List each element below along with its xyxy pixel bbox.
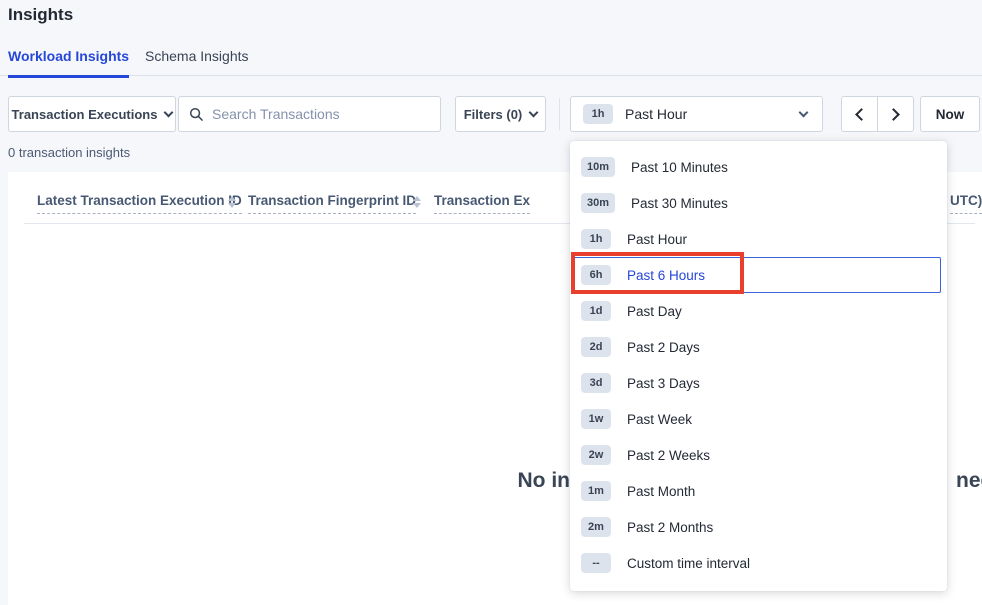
chevron-right-icon xyxy=(887,108,900,121)
column-header-transaction-execution[interactable]: Transaction Ex xyxy=(434,193,530,214)
time-option-badge: 10m xyxy=(581,157,615,177)
time-range-menu: 10m Past 10 Minutes 30m Past 30 Minutes … xyxy=(570,141,947,591)
time-option-badge: 1d xyxy=(581,301,611,321)
time-option-label: Past 6 Hours xyxy=(627,268,705,283)
filters-label: Filters (0) xyxy=(464,107,523,122)
time-option-badge: 2w xyxy=(581,445,611,465)
time-option-badge: 1m xyxy=(581,481,611,501)
time-option-label: Past 2 Days xyxy=(627,340,700,355)
tab-workload-insights[interactable]: Workload Insights xyxy=(8,48,129,78)
sort-icon[interactable] xyxy=(413,196,421,208)
filters-button[interactable]: Filters (0) xyxy=(455,96,546,132)
time-option-badge: 1h xyxy=(581,229,611,249)
empty-state-text-left: No in xyxy=(518,469,571,493)
time-option-label: Past 2 Weeks xyxy=(627,448,710,463)
time-range-option[interactable]: 10m Past 10 Minutes xyxy=(570,149,947,185)
chevron-down-icon xyxy=(164,107,174,117)
time-option-label: Past Month xyxy=(627,484,695,499)
time-option-label: Custom time interval xyxy=(627,556,750,571)
time-range-dropdown[interactable]: 1h Past Hour xyxy=(570,96,823,132)
time-option-label: Past 2 Months xyxy=(627,520,713,535)
toolbar-divider xyxy=(559,98,560,130)
time-option-badge: 30m xyxy=(581,193,615,213)
time-range-option[interactable]: 1d Past Day xyxy=(570,293,947,329)
insights-count: 0 transaction insights xyxy=(8,145,130,160)
time-option-badge: 6h xyxy=(581,265,611,285)
time-option-badge: 3d xyxy=(581,373,611,393)
time-option-label: Past Hour xyxy=(627,232,687,247)
time-option-badge: 2d xyxy=(581,337,611,357)
time-range-option[interactable]: 30m Past 30 Minutes xyxy=(570,185,947,221)
empty-state-text-right: ned. xyxy=(956,469,982,493)
time-range-badge: 1h xyxy=(583,104,613,124)
transaction-type-label: Transaction Executions xyxy=(12,107,158,122)
time-option-badge: -- xyxy=(581,553,611,573)
time-option-label: Past 10 Minutes xyxy=(631,160,728,175)
time-range-option[interactable]: 6h Past 6 Hours xyxy=(573,257,941,293)
time-range-option[interactable]: 2w Past 2 Weeks xyxy=(570,437,947,473)
search-input[interactable] xyxy=(212,106,430,122)
column-header-latest-transaction-execution-id[interactable]: Latest Transaction Execution ID xyxy=(37,193,242,214)
time-option-label: Past 30 Minutes xyxy=(631,196,728,211)
time-option-badge: 2m xyxy=(581,517,611,537)
time-option-badge: 1w xyxy=(581,409,611,429)
now-button[interactable]: Now xyxy=(920,96,980,132)
tab-schema-insights[interactable]: Schema Insights xyxy=(145,48,249,64)
time-range-option[interactable]: 1h Past Hour xyxy=(570,221,947,257)
time-range-option[interactable]: 2d Past 2 Days xyxy=(570,329,947,365)
time-range-option[interactable]: -- Custom time interval xyxy=(570,545,947,581)
column-header-transaction-fingerprint-id[interactable]: Transaction Fingerprint ID xyxy=(248,193,416,214)
time-option-label: Past Day xyxy=(627,304,682,319)
chevron-down-icon xyxy=(529,107,539,117)
time-range-label: Past Hour xyxy=(625,106,687,122)
transaction-type-dropdown[interactable]: Transaction Executions xyxy=(8,96,176,132)
time-option-label: Past Week xyxy=(627,412,692,427)
time-range-option[interactable]: 2m Past 2 Months xyxy=(570,509,947,545)
search-icon xyxy=(189,107,204,122)
chevron-down-icon xyxy=(799,107,809,117)
sort-icon[interactable] xyxy=(228,196,236,208)
time-next-button[interactable] xyxy=(877,96,914,132)
search-box[interactable] xyxy=(178,96,441,132)
column-header-utc-fragment: UTC) xyxy=(950,193,982,214)
time-nav-group xyxy=(841,96,914,132)
chevron-left-icon xyxy=(855,108,868,121)
time-option-label: Past 3 Days xyxy=(627,376,700,391)
time-range-option[interactable]: 1m Past Month xyxy=(570,473,947,509)
time-prev-button[interactable] xyxy=(841,96,878,132)
page-title: Insights xyxy=(8,5,73,25)
insights-page: Insights Workload Insights Schema Insigh… xyxy=(0,0,982,605)
tab-bar: Workload Insights Schema Insights xyxy=(0,44,982,76)
time-range-option[interactable]: 3d Past 3 Days xyxy=(570,365,947,401)
time-range-option[interactable]: 1w Past Week xyxy=(570,401,947,437)
